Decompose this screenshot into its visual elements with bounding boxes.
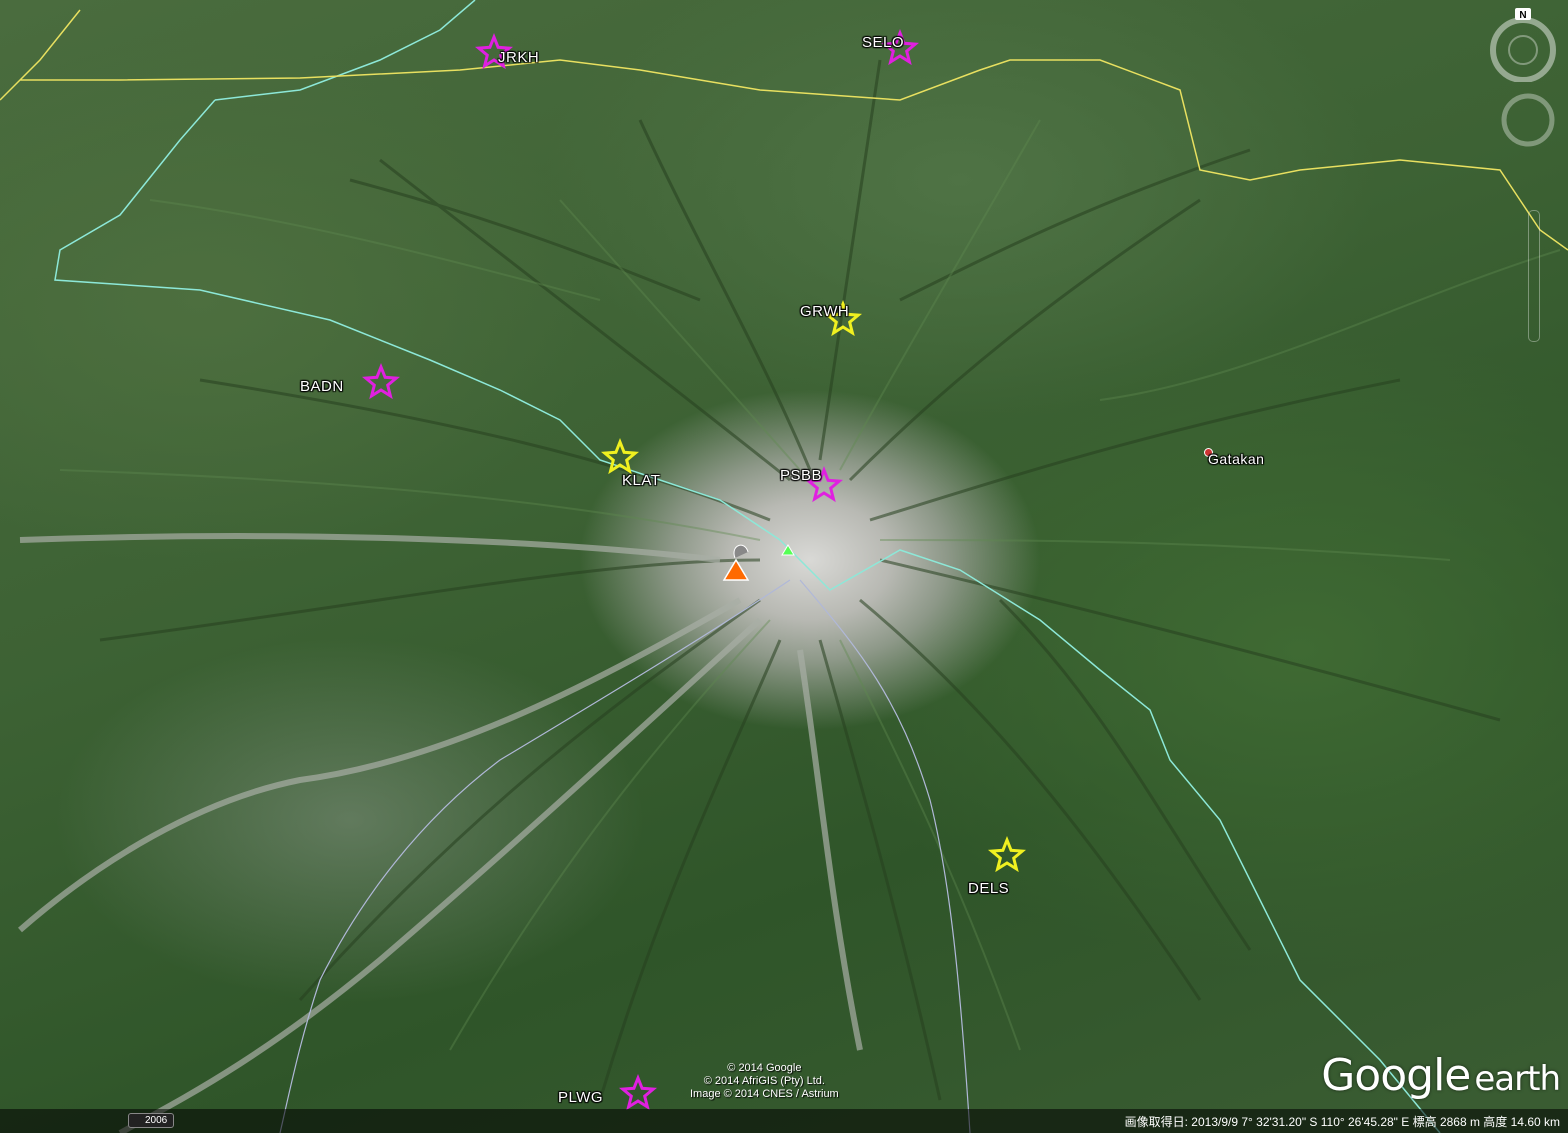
station-star-icon-plwg[interactable] [618,1073,658,1111]
status-info: 画像取得日: 2013/9/9 7° 32'31.20" S 110° 26'4… [1124,1115,1560,1129]
station-star-icon-dels[interactable] [987,835,1027,873]
logo-earth: earth [1474,1059,1561,1099]
station-label-jrkh[interactable]: JRKH [498,49,539,66]
terrain-overlay [0,0,1568,1133]
google-earth-logo: Google earth [1321,1050,1561,1101]
station-star-icon-badn[interactable] [361,362,401,400]
station-label-dels[interactable]: DELS [968,880,1009,897]
station-label-grwh[interactable]: GRWH [800,303,849,320]
zoom-slider[interactable] [1528,210,1540,342]
peak-icon[interactable] [781,544,795,556]
compass-icon[interactable]: N [1488,8,1558,82]
look-joystick-icon[interactable] [1500,92,1556,148]
station-label-psbb[interactable]: PSBB [780,467,822,484]
logo-google: Google [1321,1050,1471,1101]
status-bar: 2006 画像取得日: 2013/9/9 7° 32'31.20" S 110°… [0,1109,1568,1133]
place-label-gatakan[interactable]: Gatakan [1208,451,1264,467]
compass-north-label: N [1519,10,1526,21]
volcano-icon[interactable] [722,544,750,581]
imagery-year-badge[interactable]: 2006 [128,1113,175,1128]
copyright-notice: © 2014 Google © 2014 AfriGIS (Pty) Ltd. … [690,1062,839,1101]
station-label-badn[interactable]: BADN [300,378,344,395]
station-label-plwg[interactable]: PLWG [558,1089,603,1106]
copyright-line-3: Image © 2014 CNES / Astrium [690,1088,839,1100]
copyright-line-2: © 2014 AfriGIS (Pty) Ltd. [703,1075,825,1087]
station-label-selo[interactable]: SELO [862,34,904,51]
station-label-klat[interactable]: KLAT [622,472,660,489]
satellite-map[interactable]: JRKH SELO GRWH BADN KLAT PSBB DELS PLWG … [0,0,1568,1133]
copyright-line-1: © 2014 Google [727,1062,802,1074]
